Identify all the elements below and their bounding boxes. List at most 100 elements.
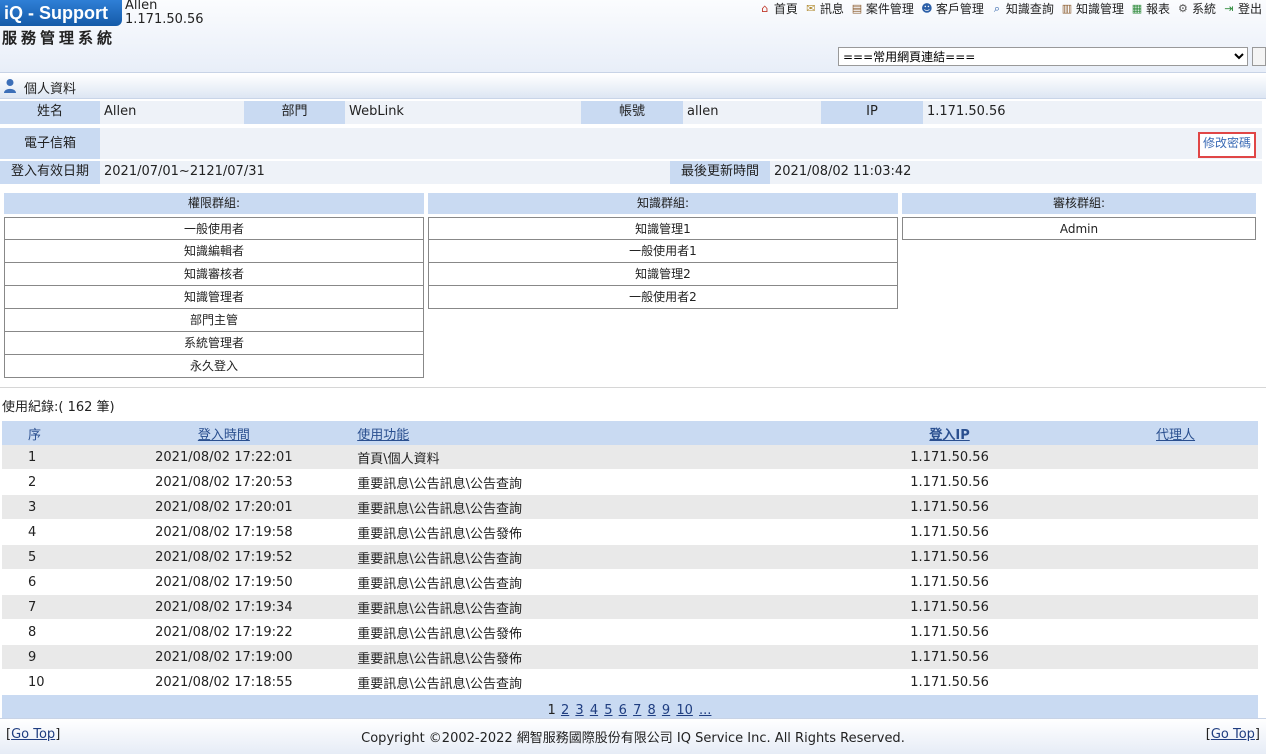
- quick-links-select[interactable]: ===常用網頁連結===: [838, 47, 1248, 66]
- email-value: [100, 128, 1262, 159]
- cell-time: 2021/08/02 17:20:53: [90, 469, 358, 495]
- nav-label: 報表: [1145, 2, 1170, 16]
- account-label: 帳號: [581, 101, 683, 124]
- column-header-agent[interactable]: 代理人: [1093, 421, 1258, 445]
- cell-ip: 1.171.50.56: [806, 669, 1094, 695]
- nav-label: 客戶管理: [935, 2, 984, 16]
- cell-seq: 10: [2, 669, 91, 695]
- system-icon: ⚙: [1178, 2, 1188, 15]
- cell-agent: [1093, 619, 1258, 645]
- review-groups: 審核群組: Admin: [902, 193, 1256, 240]
- nav-knowledge-search[interactable]: ⌕ 知識查詢: [990, 0, 1054, 17]
- book-icon: ▥: [1061, 2, 1073, 15]
- column-header-login-ip[interactable]: 登入IP: [806, 421, 1094, 445]
- review-group-item: Admin: [902, 217, 1256, 240]
- nav-system[interactable]: ⚙ 系統: [1176, 0, 1216, 17]
- cell-seq: 3: [2, 494, 91, 520]
- page-7-link[interactable]: 7: [633, 703, 641, 718]
- logout-icon: ⇥: [1224, 2, 1234, 15]
- cell-seq: 7: [2, 594, 91, 620]
- department-value: WebLink: [345, 101, 581, 124]
- knowledge-group-item: 一般使用者2: [428, 286, 898, 309]
- nav-home[interactable]: ⌂ 首頁: [758, 0, 798, 17]
- cell-time: 2021/08/02 17:19:00: [90, 644, 358, 670]
- permission-group-item: 一般使用者: [4, 217, 424, 240]
- table-row: 3 2021/08/02 17:20:01 重要訊息\公告訊息\公告查詢 1.1…: [2, 494, 1258, 520]
- nav-label: 知識管理: [1075, 2, 1124, 16]
- cell-agent: [1093, 494, 1258, 520]
- cell-function: 重要訊息\公告訊息\公告發佈: [357, 619, 807, 645]
- page-6-link[interactable]: 6: [619, 703, 627, 718]
- page-4-link[interactable]: 4: [590, 703, 598, 718]
- section-header: 個人資料: [0, 74, 1266, 99]
- cell-seq: 5: [2, 544, 91, 570]
- cell-agent: [1093, 669, 1258, 695]
- cell-function: 重要訊息\公告訊息\公告查詢: [357, 469, 807, 495]
- cell-seq: 6: [2, 569, 91, 595]
- nav-logout[interactable]: ⇥ 登出: [1222, 0, 1262, 17]
- page-2-link[interactable]: 2: [561, 703, 569, 718]
- nav-messages[interactable]: ✉ 訊息: [804, 0, 844, 17]
- person-icon: [4, 79, 16, 93]
- cell-seq: 8: [2, 619, 91, 645]
- knowledge-groups-title: 知識群組:: [428, 193, 898, 214]
- usage-log-table: 序 登入時間 使用功能 登入IP 代理人 1 2021/08/02 17:22:…: [2, 421, 1258, 726]
- cell-function: 重要訊息\公告訊息\公告發佈: [357, 644, 807, 670]
- change-password-button[interactable]: 修改密碼: [1197, 132, 1256, 158]
- page-10-link[interactable]: 10: [676, 703, 693, 718]
- quick-links-go-button[interactable]: [1252, 47, 1266, 66]
- cell-agent: [1093, 644, 1258, 670]
- permission-group-item: 永久登入: [4, 355, 424, 378]
- nav-reports[interactable]: ▦ 報表: [1130, 0, 1170, 17]
- profile-row-email: 電子信箱 修改密碼: [0, 128, 1262, 159]
- column-header-login-time[interactable]: 登入時間: [90, 421, 358, 445]
- go-top-link[interactable]: Go Top: [1211, 727, 1255, 742]
- nav-label: 系統: [1191, 2, 1216, 16]
- page-more-link[interactable]: ...: [699, 703, 711, 718]
- column-header-function[interactable]: 使用功能: [357, 421, 807, 445]
- nav-customer-management[interactable]: ☻ 客戶管理: [920, 0, 984, 17]
- search-icon: ⌕: [993, 2, 1000, 15]
- cell-seq: 4: [2, 519, 91, 545]
- cell-ip: 1.171.50.56: [806, 594, 1094, 620]
- cell-ip: 1.171.50.56: [806, 494, 1094, 520]
- profile-row-basic: 姓名 Allen 部門 WebLink 帳號 allen IP 1.171.50…: [0, 101, 1262, 124]
- ip-label: IP: [821, 101, 923, 124]
- cell-seq: 1: [2, 445, 91, 470]
- cell-agent: [1093, 519, 1258, 545]
- cell-time: 2021/08/02 17:22:01: [90, 445, 358, 470]
- logo: iQ - Support: [0, 0, 122, 26]
- go-top-right: [Go Top]: [1205, 727, 1260, 742]
- permission-group-item: 知識管理者: [4, 286, 424, 309]
- name-value: Allen: [100, 101, 244, 124]
- cell-agent: [1093, 445, 1258, 470]
- cell-time: 2021/08/02 17:20:01: [90, 494, 358, 520]
- nav-label: 登出: [1237, 2, 1262, 16]
- name-label: 姓名: [0, 101, 100, 124]
- mail-icon: ✉: [806, 2, 816, 15]
- permission-group-item: 知識審核者: [4, 263, 424, 286]
- nav-knowledge-management[interactable]: ▥ 知識管理: [1060, 0, 1124, 17]
- nav-label: 首頁: [773, 2, 798, 16]
- case-icon: ▤: [851, 2, 863, 15]
- nav-label: 訊息: [819, 2, 844, 16]
- usage-log-count: 使用紀錄:( 162 筆): [2, 400, 115, 415]
- logo-subtitle: 服務管理系統: [2, 29, 117, 47]
- last-updated-value: 2021/08/02 11:03:42: [770, 161, 1262, 184]
- page-9-link[interactable]: 9: [662, 703, 670, 718]
- nav-case-management[interactable]: ▤ 案件管理: [850, 0, 914, 17]
- valid-period-label: 登入有效日期: [0, 161, 100, 184]
- page-footer: [Go Top] Copyright ©2002-2022 網智服務國際股份有限…: [0, 718, 1266, 754]
- current-user-ip: 1.171.50.56: [125, 12, 204, 27]
- nav-label: 知識查詢: [1005, 2, 1054, 16]
- profile-row-validity: 登入有效日期 2021/07/01~2121/07/31 最後更新時間 2021…: [0, 161, 1262, 184]
- email-label: 電子信箱: [0, 128, 100, 159]
- page-5-link[interactable]: 5: [604, 703, 612, 718]
- department-label: 部門: [244, 101, 345, 124]
- report-icon: ▦: [1131, 2, 1143, 15]
- home-icon: ⌂: [761, 2, 769, 15]
- page-8-link[interactable]: 8: [648, 703, 656, 718]
- page-3-link[interactable]: 3: [575, 703, 583, 718]
- cell-time: 2021/08/02 17:19:52: [90, 544, 358, 570]
- section-divider: [0, 387, 1266, 388]
